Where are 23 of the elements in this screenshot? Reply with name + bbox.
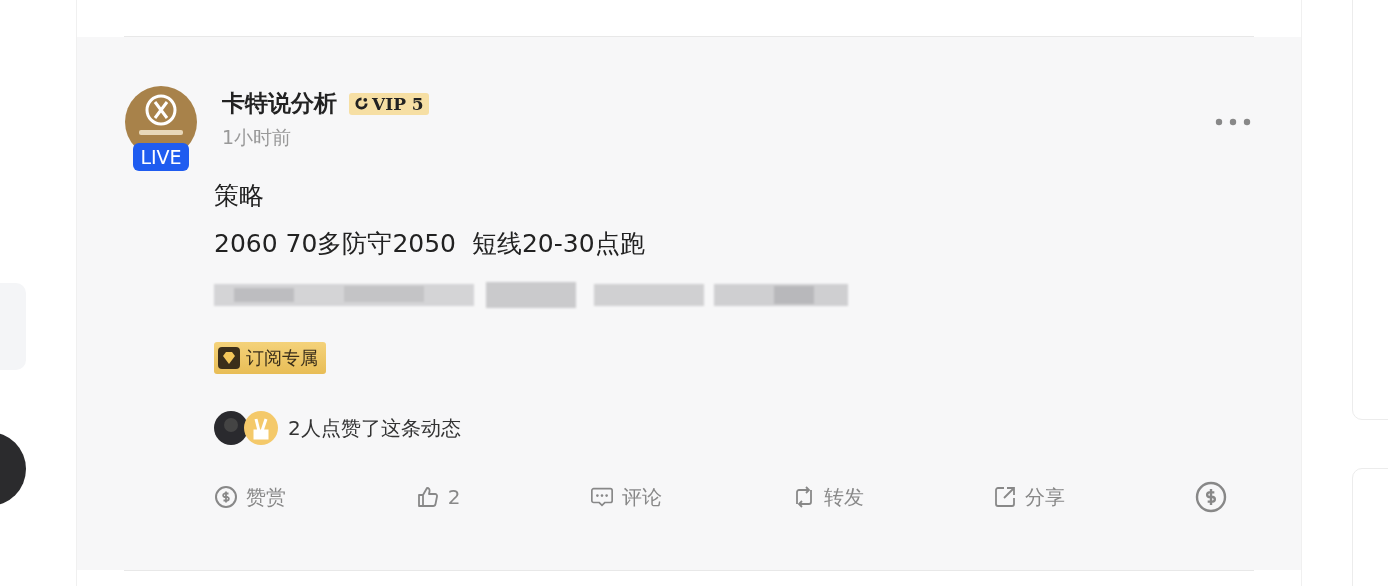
author-name[interactable]: 卡特说分析 [222, 88, 337, 119]
tag-label: 订阅专属 [246, 346, 318, 370]
vip-level: VIP 5 [372, 93, 424, 114]
tip-button[interactable] [1194, 481, 1227, 513]
user-avatar [244, 411, 278, 445]
post-time: 1小时前 [222, 125, 293, 150]
post-text: 策略 [214, 180, 264, 212]
vip-icon [354, 96, 369, 111]
reward-button[interactable]: 赞赏 [214, 481, 286, 513]
post-text: 2060 70多防守2050 短线20-30点跑 [214, 228, 645, 260]
share-button[interactable]: 分享 [993, 481, 1066, 513]
comment-icon [590, 485, 614, 509]
thumbs-up-icon [415, 485, 440, 509]
dollar-icon [1194, 481, 1227, 513]
more-icon[interactable] [1215, 118, 1251, 126]
likes-summary: 2人点赞了这条动态 [288, 414, 461, 442]
live-badge: LIVE [133, 143, 189, 171]
repost-button[interactable]: 转发 [791, 481, 864, 513]
user-avatar [214, 411, 248, 445]
share-icon [993, 485, 1018, 509]
like-button[interactable]: 2 [415, 481, 461, 513]
comment-button[interactable]: 评论 [590, 481, 662, 513]
coin-icon [214, 485, 238, 509]
